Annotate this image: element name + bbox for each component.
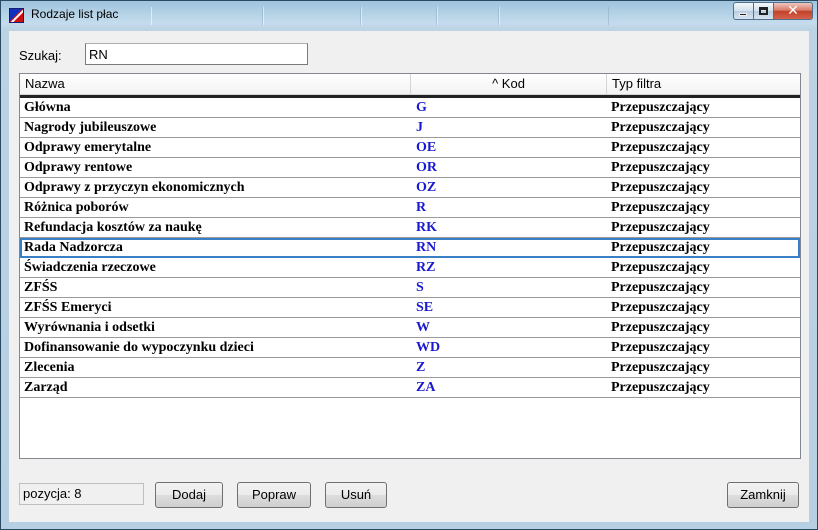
cell-filter-type: Przepuszczający (611, 280, 710, 295)
cell-name: Rada Nadzorcza (24, 240, 123, 255)
dialog-content: Szukaj: Nazwa ^ Kod Typ filtra Główna G Pr… (9, 31, 809, 522)
table-row[interactable]: Zlecenia Z Przepuszczający (20, 358, 800, 378)
cell-name: Różnica poborów (24, 200, 129, 215)
cell-filter-type: Przepuszczający (611, 240, 710, 255)
grid-header: Nazwa ^ Kod Typ filtra (20, 74, 800, 95)
cell-filter-type: Przepuszczający (611, 120, 710, 135)
cell-filter-type: Przepuszczający (611, 220, 710, 235)
cell-name: Świadczenia rzeczowe (24, 260, 156, 275)
cell-filter-type: Przepuszczający (611, 260, 710, 275)
cell-name: Nagrody jubileuszowe (24, 120, 157, 135)
delete-button[interactable]: Usuń (325, 482, 387, 508)
grid-rows: Główna G Przepuszczający Nagrody jubileuszo… (20, 98, 800, 398)
cell-name: Dofinansowanie do wypoczynku dzieci (24, 340, 254, 355)
search-input[interactable] (85, 43, 308, 65)
maximize-button[interactable] (753, 2, 773, 20)
table-row[interactable]: Nagrody jubileuszowe J Przepuszczający (20, 118, 800, 138)
cell-code: S (416, 280, 424, 295)
close-window-button[interactable]: ✕ (773, 2, 813, 20)
background-tab (263, 7, 361, 25)
dialog-window: Rodzaje list płac ✕ Szukaj: Nazwa ^ Kod … (0, 0, 818, 530)
close-button[interactable]: Zamknij (727, 482, 799, 508)
table-row[interactable]: Główna G Przepuszczający (20, 98, 800, 118)
edit-button[interactable]: Popraw (237, 482, 311, 508)
cell-name: Odprawy emerytalne (24, 140, 152, 155)
table-row[interactable]: Odprawy z przyczyn ekonomicznych OZ Przepu… (20, 178, 800, 198)
column-header-name[interactable]: Nazwa (20, 74, 411, 95)
cell-filter-type: Przepuszczający (611, 100, 710, 115)
cell-code: OR (416, 160, 437, 175)
position-indicator: pozycja: 8 (19, 483, 144, 505)
table-row[interactable]: Refundacja kosztów za naukę RK Przepuszcza… (20, 218, 800, 238)
background-tab (361, 7, 437, 25)
background-tab (151, 7, 263, 25)
maximize-icon (759, 7, 768, 15)
cell-name: ZFŚS Emeryci (24, 300, 112, 315)
cell-code: RK (416, 220, 437, 235)
cell-code: WD (416, 340, 441, 355)
close-icon: ✕ (787, 3, 799, 19)
cell-name: Wyrównania i odsetki (24, 320, 155, 335)
cell-filter-type: Przepuszczający (611, 340, 710, 355)
cell-filter-type: Przepuszczający (611, 200, 710, 215)
cell-code: OZ (416, 180, 437, 195)
cell-code: J (416, 120, 423, 135)
table-row[interactable]: Zarząd ZA Przepuszczający (20, 378, 800, 398)
table-row[interactable]: Różnica poborów R Przepuszczający (20, 198, 800, 218)
cell-code: W (416, 320, 430, 335)
minimize-icon (739, 13, 747, 16)
table-row[interactable]: Wyrównania i odsetki W Przepuszczający (20, 318, 800, 338)
cell-filter-type: Przepuszczający (611, 360, 710, 375)
cell-code: SE (416, 300, 434, 315)
window-title: Rodzaje list płac (31, 7, 119, 21)
cell-filter-type: Przepuszczający (611, 320, 710, 335)
table-row[interactable]: ZFŚS S Przepuszczający (20, 278, 800, 298)
cell-name: Główna (24, 100, 71, 115)
cell-name: Zlecenia (24, 360, 75, 375)
cell-filter-type: Przepuszczający (611, 140, 710, 155)
cell-name: Odprawy z przyczyn ekonomicznych (24, 180, 245, 195)
cell-code: Z (416, 360, 426, 375)
column-header-code[interactable]: ^ Kod (411, 74, 607, 95)
background-tab (499, 7, 609, 25)
cell-code: R (416, 200, 427, 215)
title-bar[interactable]: Rodzaje list płac ✕ (1, 1, 817, 29)
table-row[interactable]: Odprawy emerytalne OE Przepuszczający (20, 138, 800, 158)
cell-code: OE (416, 140, 437, 155)
minimize-button[interactable] (733, 2, 753, 20)
table-row[interactable]: ZFŚS Emeryci SE Przepuszczający (20, 298, 800, 318)
add-button[interactable]: Dodaj (155, 482, 223, 508)
caption-buttons: ✕ (733, 2, 813, 20)
cell-name: Zarząd (24, 380, 68, 395)
background-tab (437, 7, 499, 25)
cell-name: Refundacja kosztów za naukę (24, 220, 202, 235)
column-header-filter-type[interactable]: Typ filtra (607, 74, 800, 95)
cell-code: RZ (416, 260, 436, 275)
cell-code: RN (416, 240, 437, 255)
table-row[interactable]: Odprawy rentowe OR Przepuszczający (20, 158, 800, 178)
table-row[interactable]: Świadczenia rzeczowe RZ Przepuszczający (20, 258, 800, 278)
cell-filter-type: Przepuszczający (611, 180, 710, 195)
cell-filter-type: Przepuszczający (611, 300, 710, 315)
app-logo-icon[interactable] (9, 8, 24, 23)
cell-name: ZFŚS (24, 280, 58, 295)
table-row[interactable]: Dofinansowanie do wypoczynku dzieci WD Prz… (20, 338, 800, 358)
table-row[interactable]: Rada Nadzorcza RN Przepuszczający (20, 238, 800, 258)
cell-code: ZA (416, 380, 436, 395)
payroll-list-grid[interactable]: Nazwa ^ Kod Typ filtra Główna G Przepuszcz… (19, 73, 801, 459)
cell-code: G (416, 100, 427, 115)
cell-filter-type: Przepuszczający (611, 160, 710, 175)
cell-name: Odprawy rentowe (24, 160, 133, 175)
cell-filter-type: Przepuszczający (611, 380, 710, 395)
background-window-tabs (151, 7, 651, 25)
search-label: Szukaj: (19, 48, 62, 63)
